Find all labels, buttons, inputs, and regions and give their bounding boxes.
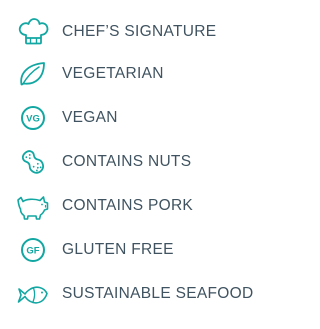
legend-item-sustainable-seafood: SUSTAINABLE SEAFOOD [0, 276, 303, 312]
peanut-icon [14, 144, 52, 180]
legend-item-gluten-free: GF GLUTEN FREE [0, 232, 303, 268]
legend-item-chefs-signature: CHEF’S SIGNATURE [0, 14, 303, 50]
vegan-badge-icon: VG [14, 100, 52, 136]
legend-item-vegetarian: VEGETARIAN [0, 56, 303, 92]
dietary-legend: CHEF’S SIGNATURE VEGETARIAN VG VEGAN CON… [0, 0, 303, 329]
gluten-free-badge-icon: GF [14, 232, 52, 268]
pig-icon [14, 188, 52, 224]
legend-label: CONTAINS PORK [62, 197, 194, 214]
leaf-icon [14, 56, 52, 92]
legend-label: CONTAINS NUTS [62, 153, 192, 170]
badge-text: GF [26, 246, 39, 257]
badge-text: VG [26, 114, 40, 125]
legend-item-vegan: VG VEGAN [0, 100, 303, 136]
legend-label: VEGAN [62, 109, 118, 126]
fish-icon [14, 276, 52, 312]
legend-label: CHEF’S SIGNATURE [62, 23, 217, 40]
chef-hat-icon [14, 14, 52, 50]
legend-label: SUSTAINABLE SEAFOOD [62, 285, 254, 302]
legend-label: VEGETARIAN [62, 65, 164, 82]
legend-item-contains-pork: CONTAINS PORK [0, 188, 303, 224]
legend-item-contains-nuts: CONTAINS NUTS [0, 144, 303, 180]
legend-label: GLUTEN FREE [62, 241, 174, 258]
